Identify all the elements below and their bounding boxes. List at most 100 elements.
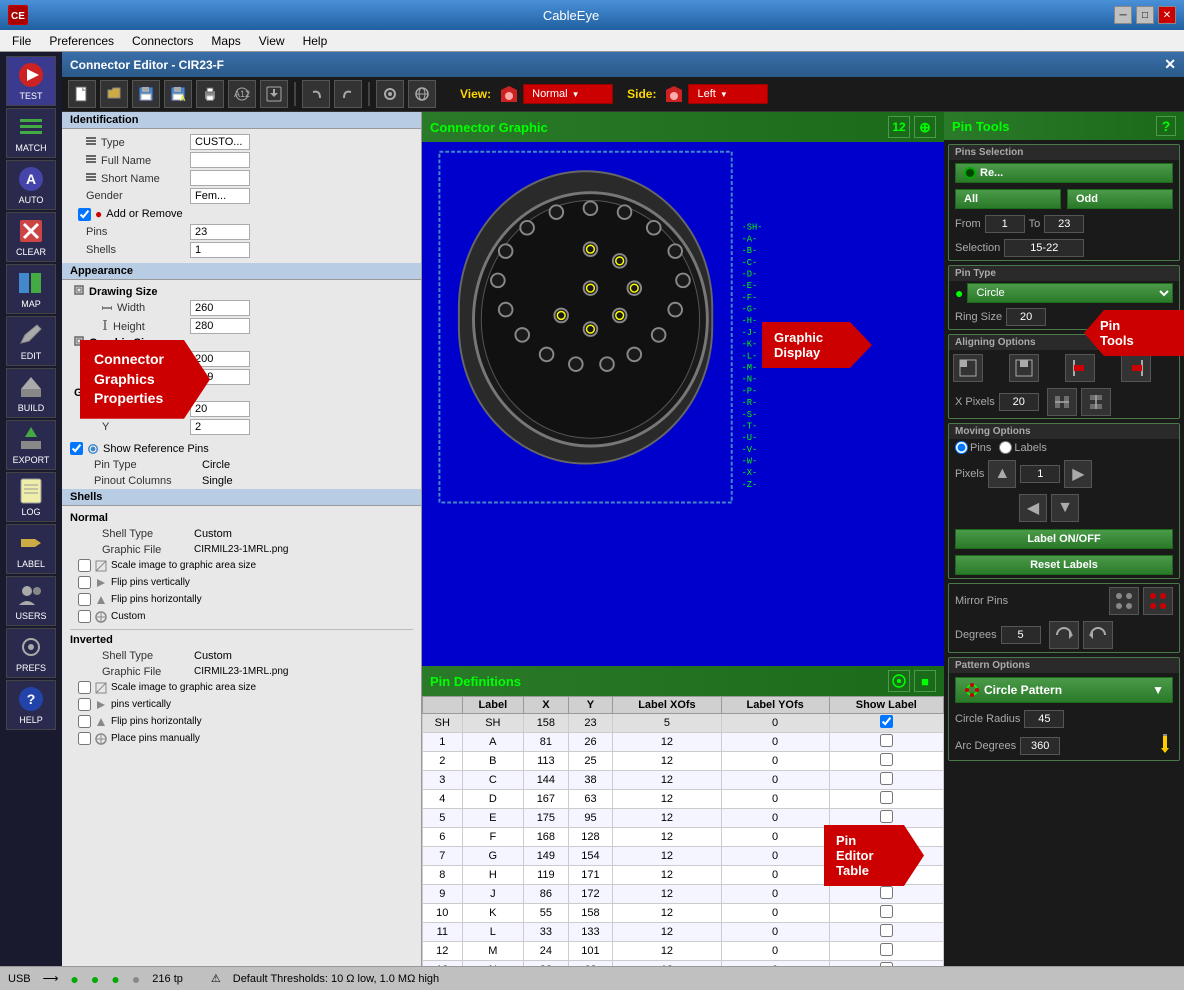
- toolbar-settings-btn[interactable]: [376, 80, 404, 108]
- pin-type-select[interactable]: Circle: [967, 283, 1173, 303]
- row-label[interactable]: F: [462, 828, 524, 847]
- row-label[interactable]: J: [462, 885, 524, 904]
- table-row[interactable]: 1 A 81 26 12 0: [423, 733, 944, 752]
- row-show-label[interactable]: [829, 809, 943, 828]
- minimize-button[interactable]: ─: [1114, 6, 1132, 24]
- arc-pencil-btn[interactable]: [1157, 734, 1173, 757]
- sidebar-btn-map[interactable]: MAP: [6, 264, 56, 314]
- sidebar-btn-label[interactable]: LABEL: [6, 524, 56, 574]
- row-y[interactable]: 171: [568, 866, 613, 885]
- table-row[interactable]: 3 C 144 38 12 0: [423, 771, 944, 790]
- flip-vertical-checkbox[interactable]: [78, 576, 91, 589]
- row-label-xofs[interactable]: 12: [613, 923, 721, 942]
- reset-labels-btn[interactable]: Reset Labels: [955, 555, 1173, 575]
- row-y[interactable]: 95: [568, 809, 613, 828]
- sidebar-btn-test[interactable]: TEST: [6, 56, 56, 106]
- pixels-input[interactable]: [1020, 465, 1060, 483]
- row-y[interactable]: 128: [568, 828, 613, 847]
- row-show-label[interactable]: [829, 904, 943, 923]
- toolbar-saveas-btn[interactable]: A: [164, 80, 192, 108]
- pin-def-settings-btn[interactable]: [888, 670, 910, 692]
- row-y[interactable]: 25: [568, 752, 613, 771]
- row-show-label[interactable]: [829, 942, 943, 961]
- align-right-btn[interactable]: [1121, 354, 1151, 382]
- graphic-width-value[interactable]: 200: [190, 351, 250, 367]
- row-x[interactable]: 86: [524, 885, 569, 904]
- row-label-yofs[interactable]: 0: [721, 847, 829, 866]
- editor-close-button[interactable]: ✕: [1164, 56, 1176, 73]
- sidebar-btn-match[interactable]: MATCH: [6, 108, 56, 158]
- row-x[interactable]: 168: [524, 828, 569, 847]
- rotate-ccw-btn[interactable]: [1083, 621, 1113, 649]
- row-y[interactable]: 158: [568, 904, 613, 923]
- table-row[interactable]: 13 N 32 68 12 0: [423, 961, 944, 967]
- move-left-btn[interactable]: ◀: [1019, 494, 1047, 522]
- row-x[interactable]: 167: [524, 790, 569, 809]
- degrees-input[interactable]: [1001, 626, 1041, 644]
- side-dropdown[interactable]: Left ▼: [688, 84, 768, 104]
- to-input[interactable]: [1044, 215, 1084, 233]
- table-row[interactable]: 11 L 33 133 12 0: [423, 923, 944, 942]
- row-label-yofs[interactable]: 0: [721, 942, 829, 961]
- from-input[interactable]: [985, 215, 1025, 233]
- sidebar-btn-users[interactable]: USERS: [6, 576, 56, 626]
- row-label[interactable]: C: [462, 771, 524, 790]
- move-down-btn[interactable]: ▼: [1051, 494, 1079, 522]
- gender-value[interactable]: Fem...: [190, 188, 250, 204]
- arc-degrees-input[interactable]: [1020, 737, 1060, 755]
- x-pixels-input[interactable]: [999, 393, 1039, 411]
- row-label-xofs[interactable]: 12: [613, 752, 721, 771]
- row-label-yofs[interactable]: 0: [721, 752, 829, 771]
- circle-pattern-btn[interactable]: Circle Pattern ▼: [955, 677, 1173, 703]
- menu-help[interactable]: Help: [295, 32, 336, 50]
- offset-x-value[interactable]: 20: [190, 401, 250, 417]
- row-label[interactable]: N: [462, 961, 524, 967]
- label-on-off-btn[interactable]: Label ON/OFF: [955, 529, 1173, 549]
- table-row[interactable]: 6 F 168 128 12 0: [423, 828, 944, 847]
- row-y[interactable]: 23: [568, 714, 613, 733]
- row-label-yofs[interactable]: 0: [721, 809, 829, 828]
- row-show-label[interactable]: [829, 923, 943, 942]
- row-label-xofs[interactable]: 12: [613, 790, 721, 809]
- row-label[interactable]: H: [462, 866, 524, 885]
- menu-connectors[interactable]: Connectors: [124, 32, 201, 50]
- row-x[interactable]: 113: [524, 752, 569, 771]
- scale-image-checkbox[interactable]: [78, 559, 91, 572]
- row-y[interactable]: 26: [568, 733, 613, 752]
- row-show-label[interactable]: [829, 885, 943, 904]
- sidebar-btn-export[interactable]: EXPORT: [6, 420, 56, 470]
- row-y[interactable]: 101: [568, 942, 613, 961]
- table-row[interactable]: 10 K 55 158 12 0: [423, 904, 944, 923]
- row-label-yofs[interactable]: 0: [721, 961, 829, 967]
- row-x[interactable]: 144: [524, 771, 569, 790]
- pin-table-container[interactable]: Label X Y Label XOfs Label YOfs Show Lab…: [422, 696, 944, 966]
- inv-scale-image-checkbox[interactable]: [78, 681, 91, 694]
- align-left-btn[interactable]: [1065, 354, 1095, 382]
- align-top-center-btn[interactable]: [1009, 354, 1039, 382]
- row-label-xofs[interactable]: 12: [613, 866, 721, 885]
- table-row[interactable]: SH SH 158 23 5 0: [423, 714, 944, 733]
- toolbar-globe-btn[interactable]: [408, 80, 436, 108]
- row-label-yofs[interactable]: 0: [721, 828, 829, 847]
- align-vspace-btn[interactable]: [1081, 388, 1111, 416]
- selection-input[interactable]: [1004, 239, 1084, 257]
- row-label-xofs[interactable]: 12: [613, 771, 721, 790]
- menu-file[interactable]: File: [4, 32, 39, 50]
- pins-value[interactable]: 23: [190, 224, 250, 240]
- circle-radius-input[interactable]: [1024, 710, 1064, 728]
- menu-preferences[interactable]: Preferences: [41, 32, 122, 50]
- row-show-label[interactable]: [829, 771, 943, 790]
- toolbar-print-btn[interactable]: [196, 80, 224, 108]
- graphic-plus-btn[interactable]: ⊕: [914, 116, 936, 138]
- menu-maps[interactable]: Maps: [203, 32, 248, 50]
- row-label[interactable]: G: [462, 847, 524, 866]
- inv-flip-horizontal-checkbox[interactable]: [78, 715, 91, 728]
- drawing-height-value[interactable]: 280: [190, 318, 250, 334]
- sidebar-btn-edit[interactable]: EDIT: [6, 316, 56, 366]
- maximize-button[interactable]: □: [1136, 6, 1154, 24]
- sidebar-btn-prefs[interactable]: PREFS: [6, 628, 56, 678]
- table-row[interactable]: 8 H 119 171 12 0: [423, 866, 944, 885]
- row-label[interactable]: K: [462, 904, 524, 923]
- row-x[interactable]: 149: [524, 847, 569, 866]
- toolbar-open-btn[interactable]: [100, 80, 128, 108]
